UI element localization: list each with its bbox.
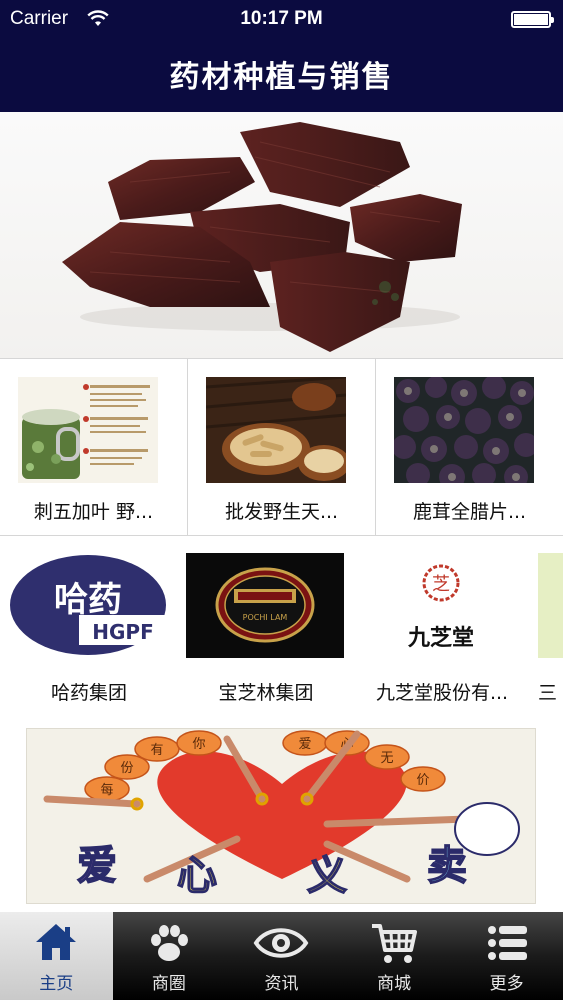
tab-home[interactable]: 主页 — [0, 912, 113, 1000]
brand-label: 九芝堂股份有... — [375, 682, 509, 704]
svg-text:爱: 爱 — [298, 737, 311, 752]
tab-news[interactable]: 资讯 — [225, 912, 338, 1000]
brand-card[interactable]: 芝 九芝堂 九芝堂股份有... — [362, 553, 522, 705]
svg-text:心: 心 — [177, 853, 217, 899]
brand-card[interactable]: 三 — [538, 553, 563, 705]
svg-text:哈药: 哈药 — [54, 580, 122, 620]
brand-label: 哈药集团 — [50, 682, 127, 704]
charity-banner-image[interactable]: 每份 有你 爱心 无价 爱 心 义 卖 — [26, 728, 536, 904]
paw-icon — [150, 925, 188, 961]
product-card[interactable]: 鹿茸全腊片... — [376, 359, 563, 535]
home-icon — [36, 924, 77, 960]
svg-text:爱: 爱 — [77, 843, 117, 889]
brand-label: 宝芝林集团 — [218, 682, 314, 704]
tab-more[interactable]: 更多 — [450, 912, 563, 1000]
battery-icon — [511, 11, 554, 28]
product-label: 鹿茸全腊片... — [412, 501, 527, 523]
status-bar: Carrier 10:17 PM — [0, 0, 563, 38]
clock: 10:17 PM — [240, 8, 323, 29]
cart-icon — [372, 924, 418, 963]
product-image — [206, 377, 346, 483]
hero-banner-image[interactable] — [0, 112, 563, 358]
brand-logo — [538, 553, 563, 658]
tab-label: 资讯 — [264, 974, 299, 994]
app-screen: Carrier 10:17 PM 药材种植与销售 刺五加叶 野... 批发野生天… — [0, 0, 563, 1000]
brand-logo: POCHI LAM — [186, 553, 344, 658]
svg-text:价: 价 — [416, 773, 429, 788]
product-card[interactable]: 批发野生天... — [188, 359, 376, 535]
product-row: 刺五加叶 野... 批发野生天... 鹿茸全腊片... — [0, 358, 563, 536]
brand-logo: 芝 九芝堂 — [362, 553, 520, 658]
list-icon — [487, 926, 527, 960]
svg-text:每: 每 — [100, 782, 113, 798]
brand-row: 哈药 HGPF 哈药集团 POCHI LAM 宝芝林集团 芝 九芝堂 九芝堂股份… — [0, 537, 563, 705]
brand-logo: 哈药 HGPF — [9, 553, 167, 658]
product-image — [18, 377, 158, 483]
tab-bar: 主页 商圈 资讯 商城 更多 — [0, 912, 563, 1000]
brand-card[interactable]: 哈药 HGPF 哈药集团 — [9, 553, 169, 705]
product-card[interactable]: 刺五加叶 野... — [0, 359, 188, 535]
brand-label: 三 — [538, 682, 558, 704]
top-bar: Carrier 10:17 PM 药材种植与销售 — [0, 0, 563, 112]
tab-business-circle[interactable]: 商圈 — [113, 912, 226, 1000]
svg-text:你: 你 — [192, 737, 205, 752]
svg-text:有: 有 — [150, 743, 163, 758]
svg-text:份: 份 — [120, 761, 133, 776]
tab-label: 主页 — [39, 974, 74, 994]
svg-text:卖: 卖 — [427, 843, 467, 889]
svg-text:九芝堂: 九芝堂 — [407, 625, 474, 651]
tab-mall[interactable]: 商城 — [338, 912, 451, 1000]
eye-icon — [254, 928, 309, 958]
svg-text:芝: 芝 — [432, 574, 450, 595]
tab-label: 商圈 — [151, 974, 186, 994]
product-image — [394, 377, 534, 483]
brand-card[interactable]: POCHI LAM 宝芝林集团 — [186, 553, 346, 705]
herb-pieces-image — [62, 122, 462, 352]
tab-label: 更多 — [489, 974, 524, 994]
svg-text:POCHI LAM: POCHI LAM — [243, 613, 288, 622]
svg-text:无: 无 — [380, 751, 393, 766]
product-label: 刺五加叶 野... — [33, 501, 154, 523]
svg-text:义: 义 — [307, 853, 347, 899]
page-title: 药材种植与销售 — [169, 60, 394, 95]
product-label: 批发野生天... — [224, 501, 339, 523]
svg-text:HGPF: HGPF — [92, 620, 153, 644]
tab-label: 商城 — [377, 974, 412, 994]
